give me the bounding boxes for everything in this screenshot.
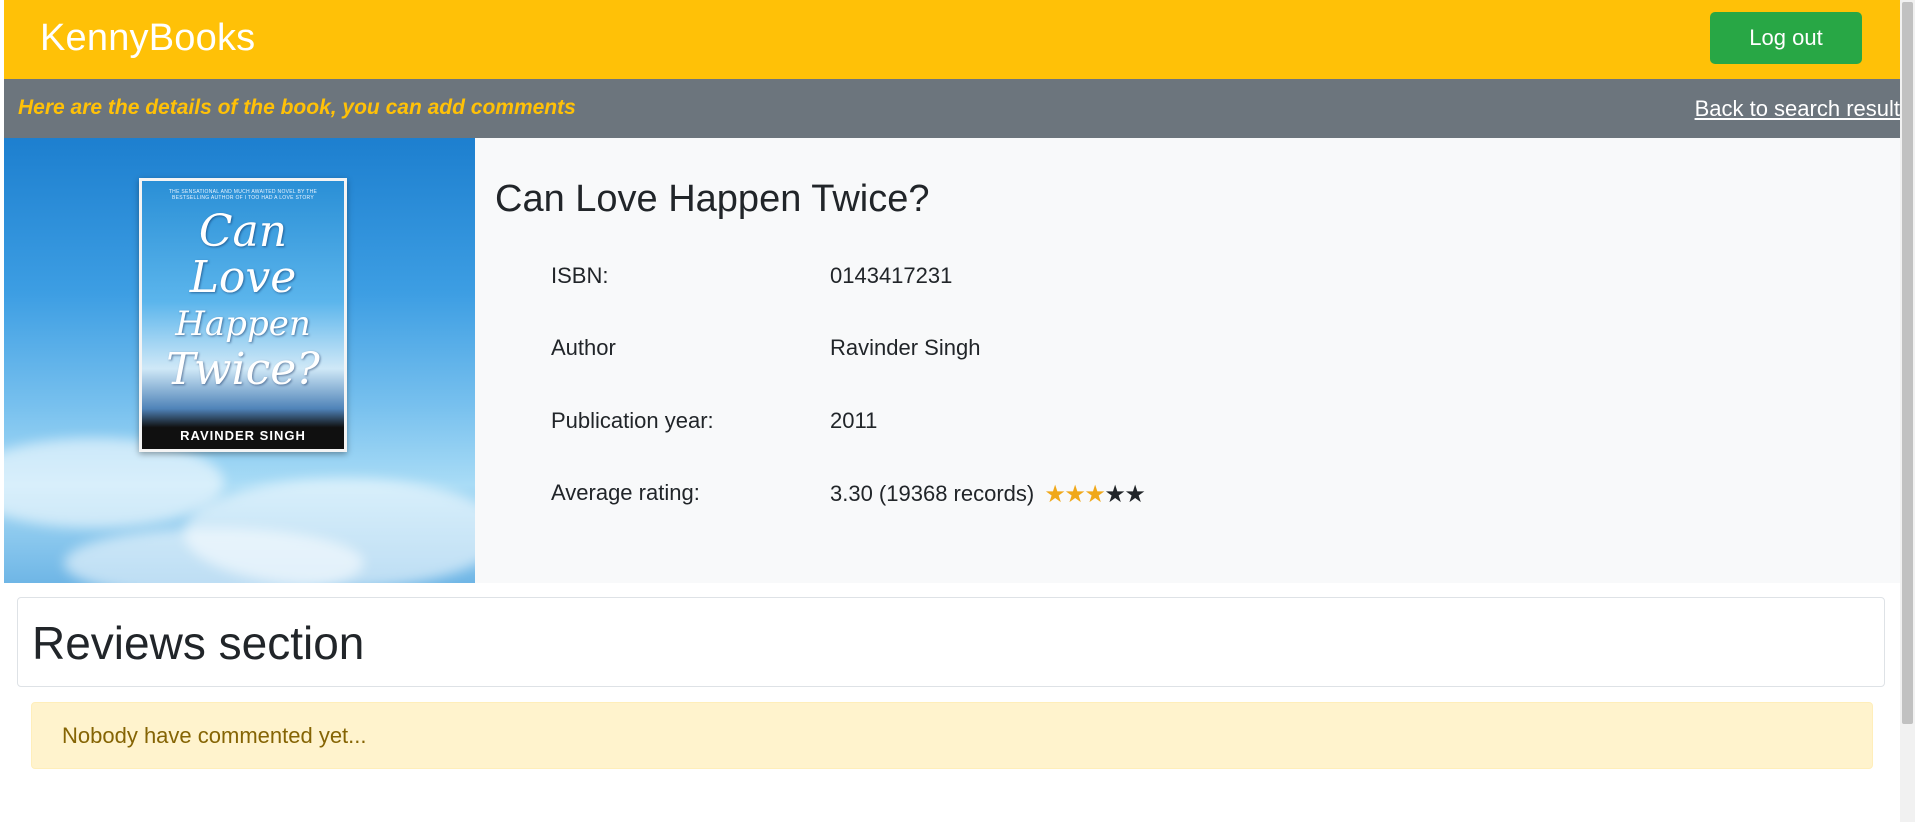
star-icon: ★ [1084, 481, 1106, 508]
subheader: Here are the details of the book, you ca… [4, 79, 1900, 138]
rating-label: Average rating: [551, 480, 700, 505]
book-cover-image: THE SENSATIONAL AND MUCH AWAITED NOVEL B… [139, 178, 347, 452]
book-title: Can Love Happen Twice? [495, 178, 930, 220]
reviews-section: Reviews section [17, 597, 1885, 687]
cover-author: RAVINDER SINGH [180, 428, 306, 443]
star-icon: ★ [1044, 481, 1066, 508]
rating-value: 3.30 (19368 records) ★★★★★ [830, 480, 1146, 509]
rating-text: 3.30 (19368 records) [830, 481, 1035, 506]
book-cover-panel: THE SENSATIONAL AND MUCH AWAITED NOVEL B… [4, 138, 475, 583]
scrollbar-thumb[interactable] [1902, 2, 1913, 724]
star-icon: ★ [1124, 481, 1146, 508]
year-value: 2011 [830, 408, 878, 433]
author-value: Ravinder Singh [830, 335, 981, 360]
cover-title: Can Love Happen Twice? [142, 209, 344, 393]
isbn-label: ISBN: [551, 263, 609, 288]
brand-logo[interactable]: KennyBooks [40, 17, 255, 60]
vertical-scrollbar[interactable] [1900, 0, 1915, 822]
rating-stars: ★★★★★ [1044, 480, 1146, 509]
back-to-search-link[interactable]: Back to search result [1695, 96, 1900, 122]
year-label: Publication year: [551, 408, 714, 433]
subheader-message: Here are the details of the book, you ca… [18, 96, 576, 119]
star-icon: ★ [1104, 481, 1126, 508]
isbn-value: 0143417231 [830, 263, 953, 288]
cover-title-line: Twice? [166, 344, 320, 395]
reviews-heading: Reviews section [32, 617, 365, 669]
no-comments-alert: Nobody have commented yet... [31, 702, 1873, 769]
no-comments-message: Nobody have commented yet... [62, 723, 367, 748]
book-details: Can Love Happen Twice? ISBN: 0143417231 … [475, 138, 1900, 583]
star-icon: ★ [1064, 481, 1086, 508]
navbar: KennyBooks Log out [4, 0, 1900, 79]
author-label: Author [551, 335, 616, 360]
cover-title-line: Happen [175, 304, 311, 344]
cover-blurb: THE SENSATIONAL AND MUCH AWAITED NOVEL B… [168, 189, 318, 201]
cover-title-line: Can Love [189, 206, 297, 303]
logout-button[interactable]: Log out [1710, 12, 1862, 64]
page: KennyBooks Log out Here are the details … [4, 0, 1900, 822]
